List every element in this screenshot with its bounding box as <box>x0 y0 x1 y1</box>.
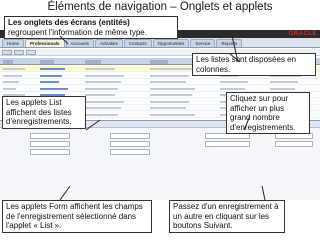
tab-opportunities[interactable]: Opportunities <box>152 39 190 47</box>
table-cell <box>150 100 189 103</box>
new-button[interactable] <box>26 50 36 55</box>
table-cell <box>85 113 118 116</box>
table-cell <box>150 81 186 83</box>
callout-list-applets: Les applets List affichent des listes d'… <box>2 96 86 129</box>
table-cell <box>150 107 186 109</box>
callout-tabs-title: Les onglets des écrans (entités) <box>8 18 130 27</box>
callout-screen-tabs: Les onglets des écrans (entités) regroup… <box>4 16 178 39</box>
table-cell <box>3 87 16 90</box>
table-cell <box>220 81 248 83</box>
callout-tabs-text: regroupent l'information de même type. <box>8 27 147 37</box>
tab-activities[interactable]: Activities <box>95 39 123 47</box>
table-cell <box>85 100 124 103</box>
oracle-logo: ORACLE <box>288 31 317 37</box>
table-cell <box>85 94 115 96</box>
table-cell[interactable] <box>40 81 59 83</box>
tab-service[interactable]: Service <box>190 39 216 47</box>
table-cell <box>85 68 115 70</box>
table-cell <box>3 68 25 70</box>
table-cell <box>270 81 298 83</box>
table-cell <box>85 107 121 109</box>
table-cell[interactable] <box>40 87 68 90</box>
tab-professionals[interactable]: Professionals <box>25 39 65 47</box>
table-cell[interactable] <box>40 68 65 70</box>
query-button[interactable] <box>14 50 24 55</box>
table-row[interactable] <box>0 86 320 92</box>
callout-next-record: Passez d'un enregistrement à un autre en… <box>169 200 285 233</box>
menu-button[interactable] <box>2 50 12 55</box>
callout-click-more: Cliquez sur pour afficher un plus grand … <box>226 92 310 134</box>
form-field[interactable] <box>205 141 250 147</box>
table-cell <box>220 87 245 90</box>
table-cell <box>85 87 118 90</box>
table-cell <box>3 81 19 83</box>
callout-form-applets: Les applets Form affichent les champs de… <box>2 200 152 233</box>
tab-contacts[interactable]: Contacts <box>123 39 152 47</box>
form-field[interactable] <box>30 133 70 139</box>
table-cell <box>85 81 121 83</box>
table-row[interactable] <box>0 79 320 85</box>
form-field[interactable] <box>110 141 150 147</box>
form-field[interactable] <box>30 141 70 147</box>
table-cell <box>150 68 192 70</box>
screen-tabs: Home Professionals Accounts Activities Conta… <box>0 38 320 48</box>
table-cell <box>150 94 192 96</box>
form-field[interactable] <box>275 141 313 147</box>
form-field[interactable] <box>110 149 150 155</box>
column-header[interactable] <box>150 59 168 64</box>
slide-title: Éléments de navigation – Onglets et appl… <box>47 1 273 13</box>
table-cell <box>150 113 195 116</box>
column-header[interactable] <box>3 59 13 64</box>
form-field[interactable] <box>110 133 150 139</box>
table-cell <box>270 87 295 90</box>
tab-reports[interactable]: Reports <box>216 39 243 47</box>
table-cell <box>150 74 189 77</box>
table-cell <box>3 74 22 77</box>
tab-accounts[interactable]: Accounts <box>65 39 95 47</box>
tab-home[interactable]: Home <box>2 39 25 47</box>
table-cell[interactable] <box>40 74 62 77</box>
column-header[interactable] <box>85 59 101 64</box>
table-cell <box>85 74 124 77</box>
column-header[interactable] <box>40 59 54 64</box>
form-field[interactable] <box>30 149 70 155</box>
callout-list-columns: Les listes sont disposées en colonnes. <box>192 53 316 76</box>
table-cell <box>150 87 195 90</box>
